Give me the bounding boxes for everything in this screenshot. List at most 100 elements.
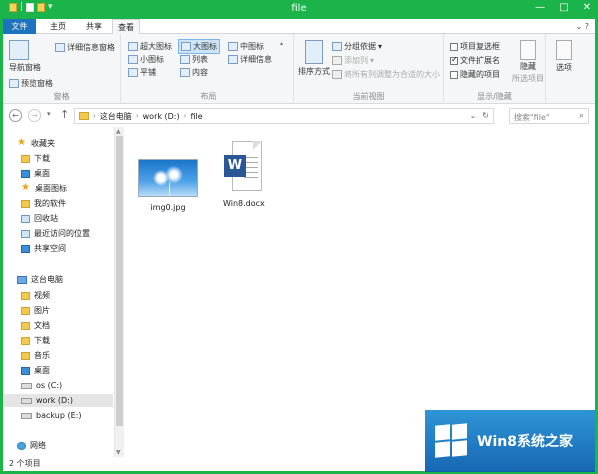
tab-file[interactable]: 文件 (3, 19, 36, 34)
size-columns-button[interactable]: 将所有列调整为合适的大小 (332, 69, 440, 80)
nav-drive-d[interactable]: work (D:) (3, 394, 113, 407)
refresh-icon[interactable]: ↻ (482, 111, 489, 120)
group-by-button[interactable]: 分组依据 ▾ (332, 41, 382, 52)
chevron-right-icon[interactable]: › (93, 112, 96, 120)
nav-pane-scrollbar[interactable]: ▲ ▼ (114, 127, 124, 457)
nav-label: 共享空间 (34, 244, 66, 253)
minimize-button[interactable]: — (535, 2, 545, 13)
nav-recycle-bin[interactable]: 回收站 (21, 212, 58, 225)
up-button[interactable]: ↑ (60, 108, 69, 121)
close-button[interactable]: ✕ (583, 2, 591, 13)
nav-videos[interactable]: 视频 (21, 289, 50, 302)
desktop-icon (21, 169, 30, 178)
size-columns-icon (332, 70, 342, 79)
file-item-win8-docx[interactable]: W Win8.docx (223, 141, 265, 208)
tab-home[interactable]: 主页 (44, 19, 72, 34)
file-extensions-toggle[interactable]: 文件扩展名 (450, 55, 500, 66)
medium-icons-button[interactable]: 中图标 (228, 41, 264, 52)
address-bar-row: ← → ▾ ↑ › 这台电脑 › work (D:) › file ⌄ ↻ 搜索… (3, 105, 595, 127)
small-icons-button[interactable]: 小图标 (128, 54, 164, 65)
nav-favorites[interactable]: ★ 收藏夹 (17, 137, 55, 150)
recycle-bin-icon (21, 214, 30, 223)
nav-drive-c[interactable]: os (C:) (21, 379, 62, 392)
nav-pc-desktop[interactable]: 桌面 (21, 364, 50, 377)
hide-selected-button[interactable]: 隐藏 所选项目 (512, 40, 544, 84)
chevron-right-icon[interactable]: › (136, 112, 139, 120)
nav-label: 桌面 (34, 366, 50, 375)
scroll-down-icon[interactable]: ▼ (116, 449, 121, 456)
tab-view[interactable]: 查看 (112, 19, 140, 35)
large-icons-button[interactable]: 大图标 (178, 39, 220, 54)
sort-by-button[interactable]: 排序方式 (298, 40, 330, 77)
options-icon (556, 40, 572, 60)
tab-share[interactable]: 共享 (80, 19, 108, 34)
details-button[interactable]: 详细信息 (228, 54, 272, 65)
drive-icon (21, 397, 32, 404)
preview-pane-button[interactable]: 预览窗格 (9, 78, 53, 89)
nav-recent-places[interactable]: 最近访问的位置 (21, 227, 90, 240)
nav-network[interactable]: 网络 (17, 439, 46, 452)
options-button[interactable]: 选项 (556, 40, 572, 73)
list-button[interactable]: 列表 (180, 54, 208, 65)
nav-pc-downloads[interactable]: 下载 (21, 334, 50, 347)
hidden-items-toggle[interactable]: 隐藏的项目 (450, 69, 500, 80)
breadcrumb-work-d[interactable]: work (D:) (143, 112, 180, 121)
details-pane-button[interactable]: 详细信息窗格 (55, 42, 115, 53)
hidden-items-checkbox[interactable] (450, 70, 458, 79)
image-thumbnail (138, 159, 198, 197)
nav-my-software[interactable]: 我的软件 (21, 197, 66, 210)
tiles-button[interactable]: 平铺 (128, 67, 156, 78)
forward-button[interactable]: → (28, 109, 41, 122)
chevron-down-icon[interactable]: ⌄ (470, 111, 477, 120)
nav-pane-button[interactable]: 导航窗格 (9, 40, 41, 73)
extra-large-label: 超大图标 (140, 42, 172, 51)
recent-locations-icon[interactable]: ▾ (47, 110, 51, 118)
tiles-label: 平铺 (140, 68, 156, 77)
ribbon-help[interactable]: ⌄ ? (576, 22, 590, 31)
list-label: 列表 (192, 55, 208, 64)
title-bar: | ▾ file — □ ✕ (3, 0, 595, 19)
large-icons-icon (181, 42, 191, 51)
nav-label: 视频 (34, 291, 50, 300)
chevron-right-icon[interactable]: › (184, 112, 187, 120)
nav-label: 回收站 (34, 214, 58, 223)
current-view-group-label: 当前视图 (352, 92, 385, 101)
nav-music[interactable]: 音乐 (21, 349, 50, 362)
star-icon: ★ (17, 137, 26, 148)
extra-large-icons-button[interactable]: 超大图标 (128, 41, 172, 52)
layout-scroll-arrows[interactable]: ▴ (280, 40, 283, 47)
file-extensions-checkbox[interactable] (450, 55, 458, 65)
scrollbar-thumb[interactable] (116, 136, 123, 426)
nav-drive-e[interactable]: backup (E:) (21, 409, 81, 422)
network-icon (17, 441, 26, 450)
search-input[interactable]: 搜索"file" ⌕ (509, 108, 589, 124)
item-checkboxes-checkbox[interactable] (450, 42, 458, 51)
text-line (243, 167, 258, 168)
search-icon[interactable]: ⌕ (579, 111, 584, 121)
nav-this-pc[interactable]: 这台电脑 (17, 273, 63, 286)
content-button[interactable]: 内容 (180, 67, 208, 78)
scroll-up-icon[interactable]: ▲ (116, 128, 121, 135)
navigation-pane: ★ 收藏夹 下载 桌面 ★ 桌面图标 我的软件 回收站 最近访问的位置 共享空间… (3, 127, 121, 457)
nav-label: 图片 (34, 306, 50, 315)
file-name: Win8.docx (223, 199, 265, 208)
medium-label: 中图标 (240, 42, 264, 51)
nav-downloads[interactable]: 下载 (21, 152, 50, 165)
breadcrumb-file[interactable]: file (190, 112, 202, 121)
nav-shared-space[interactable]: 共享空间 (21, 242, 66, 255)
nav-desktop[interactable]: 桌面 (21, 167, 50, 180)
preview-pane-label: 预览窗格 (21, 79, 53, 88)
item-checkboxes-toggle[interactable]: 项目复选框 (450, 41, 500, 52)
watermark-text: Win8系统之家 (477, 434, 573, 450)
ribbon-group-show-hide: 项目复选框 文件扩展名 隐藏的项目 隐藏 所选项目 显示/隐藏 (444, 34, 546, 104)
back-button[interactable]: ← (9, 109, 22, 122)
details-label: 详细信息 (240, 55, 272, 64)
file-item-img0[interactable]: img0.jpg (138, 159, 198, 212)
nav-pictures[interactable]: 图片 (21, 304, 50, 317)
nav-documents[interactable]: 文档 (21, 319, 50, 332)
breadcrumb-this-pc[interactable]: 这台电脑 (100, 111, 132, 122)
add-columns-button[interactable]: 添加列 ▾ (332, 55, 374, 66)
address-bar[interactable]: › 这台电脑 › work (D:) › file ⌄ ↻ (74, 108, 494, 124)
nav-desktop-icons[interactable]: ★ 桌面图标 (21, 182, 67, 195)
maximize-button[interactable]: □ (559, 2, 568, 13)
